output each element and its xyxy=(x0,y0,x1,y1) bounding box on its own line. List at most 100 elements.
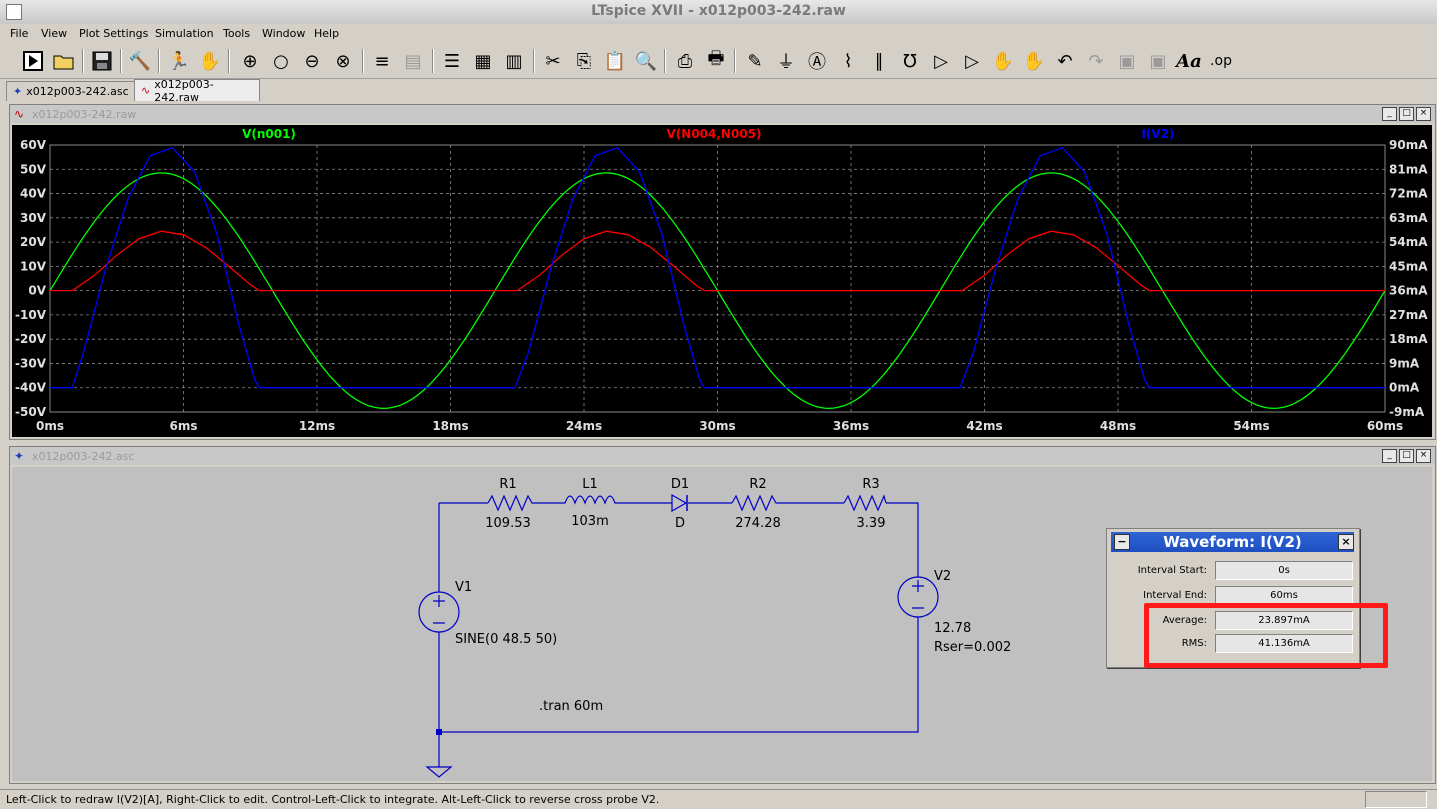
tab-waveform[interactable]: ∿ x012p003-242.raw xyxy=(134,78,260,104)
menu-view[interactable]: View xyxy=(41,27,67,40)
pan-hand-icon[interactable]: ✋ xyxy=(197,48,223,74)
y-left-tick-label: 20V xyxy=(20,235,47,249)
print-icon[interactable]: 🖶 xyxy=(703,48,729,74)
maximize-button[interactable]: □ xyxy=(1399,107,1414,121)
voltage-source-v2[interactable] xyxy=(897,576,939,618)
draw-wire-icon[interactable]: ✎ xyxy=(742,48,768,74)
wire[interactable] xyxy=(886,502,919,577)
component-icon[interactable]: ▷ xyxy=(959,48,985,74)
open-folder-icon[interactable] xyxy=(51,48,77,74)
text-icon[interactable]: Aa xyxy=(1176,48,1202,74)
save-icon[interactable] xyxy=(89,48,115,74)
control-panel-icon[interactable]: 🔨 xyxy=(127,48,153,74)
dialog-minimize-button[interactable]: − xyxy=(1114,534,1130,550)
interval-start-value[interactable]: 0s xyxy=(1215,561,1353,580)
close-button[interactable]: × xyxy=(1416,449,1431,463)
cascade-icon[interactable]: ▦ xyxy=(470,48,496,74)
v1-value[interactable]: SINE(0 48.5 50) xyxy=(455,632,557,647)
interval-start-row: Interval Start: 0s xyxy=(1107,561,1359,583)
menu-simulation[interactable]: Simulation xyxy=(155,27,214,40)
redo-icon[interactable]: ↷ xyxy=(1083,48,1109,74)
cut-icon[interactable]: ✂ xyxy=(540,48,566,74)
l1-value[interactable]: 103m xyxy=(571,514,608,529)
label-net-icon[interactable]: Ⓐ xyxy=(804,48,830,74)
menu-plot-settings[interactable]: Plot Settings xyxy=(79,27,148,40)
menu-help[interactable]: Help xyxy=(314,27,339,40)
maximize-button[interactable]: □ xyxy=(1399,449,1414,463)
resistor-icon[interactable]: ⌇ xyxy=(835,48,861,74)
r2-value[interactable]: 274.28 xyxy=(735,516,781,531)
trace-label-vn004-n005[interactable]: V(N004,N005) xyxy=(667,127,762,141)
inductor-l1[interactable] xyxy=(561,495,617,505)
autorange-icon[interactable]: ≡ xyxy=(369,48,395,74)
zoom-fit-icon[interactable]: ⊗ xyxy=(330,48,356,74)
v2-rser[interactable]: Rser=0.002 xyxy=(934,640,1011,655)
move-hand-icon[interactable]: ✋ xyxy=(990,48,1016,74)
x-tick-label: 36ms xyxy=(833,419,869,433)
inductor-icon[interactable]: ℧ xyxy=(897,48,923,74)
r3-value[interactable]: 3.39 xyxy=(857,516,886,531)
voltage-source-v1[interactable] xyxy=(418,591,460,633)
drag-hand-icon[interactable]: ✋ xyxy=(1021,48,1047,74)
diode-icon[interactable]: ▷ xyxy=(928,48,954,74)
d1-value[interactable]: D xyxy=(675,516,685,531)
document-tabs: ✦ x012p003-242.asc ∿ x012p003-242.raw xyxy=(0,78,1437,104)
ground-symbol[interactable] xyxy=(425,766,453,778)
rotate-icon[interactable]: ▣ xyxy=(1114,48,1140,74)
mirror-icon[interactable]: ▣ xyxy=(1145,48,1171,74)
x-tick-label: 60ms xyxy=(1367,419,1403,433)
schematic-window-title: x012p003-242.asc xyxy=(32,450,135,463)
zoom-in-icon[interactable]: ⊕ xyxy=(237,48,263,74)
menu-window[interactable]: Window xyxy=(262,27,305,40)
minimize-button[interactable]: _ xyxy=(1382,107,1397,121)
r2-label[interactable]: R2 xyxy=(749,477,766,492)
y-left-tick-label: -40V xyxy=(15,381,47,395)
y-left-tick-label: 40V xyxy=(20,187,47,201)
tile-horizontal-icon[interactable]: ☰ xyxy=(439,48,465,74)
v1-label[interactable]: V1 xyxy=(455,580,472,595)
resistor-r1[interactable] xyxy=(487,494,536,512)
y-right-tick-label: 72mA xyxy=(1389,187,1428,201)
resistor-r2[interactable] xyxy=(731,494,782,512)
tile-vertical-icon[interactable]: ▥ xyxy=(501,48,527,74)
halt-icon[interactable]: 🏃 xyxy=(166,48,192,74)
trace-label-iv2[interactable]: I(V2) xyxy=(1141,127,1174,141)
r3-label[interactable]: R3 xyxy=(862,477,879,492)
ground-icon[interactable]: ⏚ xyxy=(773,48,799,74)
zoom-pan-icon[interactable]: ○ xyxy=(268,48,294,74)
title-bar: LTspice XVII - x012p003-242.raw xyxy=(0,0,1437,25)
waveform-chart[interactable]: 0ms 6ms 12ms 18ms 24ms 30ms 36ms 42ms 48ms 54ms 60… xyxy=(12,125,1432,437)
r1-label[interactable]: R1 xyxy=(499,477,516,492)
menu-file[interactable]: File xyxy=(10,27,28,40)
diode-d1[interactable] xyxy=(671,493,688,513)
spice-directive-icon[interactable]: .op xyxy=(1208,48,1234,74)
paste-icon[interactable]: 📋 xyxy=(602,48,628,74)
minimize-button[interactable]: _ xyxy=(1382,449,1397,463)
fft-icon[interactable]: ▤ xyxy=(400,48,426,74)
y-left-tick-label: 50V xyxy=(20,162,47,176)
d1-label[interactable]: D1 xyxy=(671,477,689,492)
r1-value[interactable]: 109.53 xyxy=(485,516,531,531)
x-tick-label: 42ms xyxy=(966,419,1002,433)
undo-icon[interactable]: ↶ xyxy=(1052,48,1078,74)
schematic-icon: ✦ xyxy=(13,85,23,98)
plot-area[interactable]: 0ms 6ms 12ms 18ms 24ms 30ms 36ms 42ms 48ms 54ms 60… xyxy=(12,125,1432,437)
trace-label-vn001[interactable]: V(n001) xyxy=(242,127,296,141)
copy-icon[interactable]: ⎘ xyxy=(571,48,597,74)
y-left-tick-label: 60V xyxy=(20,138,47,152)
tab-schematic[interactable]: ✦ x012p003-242.asc xyxy=(6,81,138,101)
find-icon[interactable]: 🔍 xyxy=(633,48,659,74)
resistor-r3[interactable] xyxy=(843,494,887,512)
v2-value[interactable]: 12.78 xyxy=(934,621,971,636)
close-button[interactable]: × xyxy=(1416,107,1431,121)
x-tick-label: 48ms xyxy=(1100,419,1136,433)
capacitor-icon[interactable]: ∥ xyxy=(866,48,892,74)
zoom-out-icon[interactable]: ⊖ xyxy=(299,48,325,74)
menu-tools[interactable]: Tools xyxy=(223,27,250,40)
l1-label[interactable]: L1 xyxy=(582,477,598,492)
v2-label[interactable]: V2 xyxy=(934,569,951,584)
dialog-close-button[interactable]: × xyxy=(1338,534,1354,550)
spice-directive[interactable]: .tran 60m xyxy=(539,699,603,714)
run-icon[interactable] xyxy=(20,48,46,74)
print-preview-icon[interactable]: ⎙ xyxy=(672,48,698,74)
